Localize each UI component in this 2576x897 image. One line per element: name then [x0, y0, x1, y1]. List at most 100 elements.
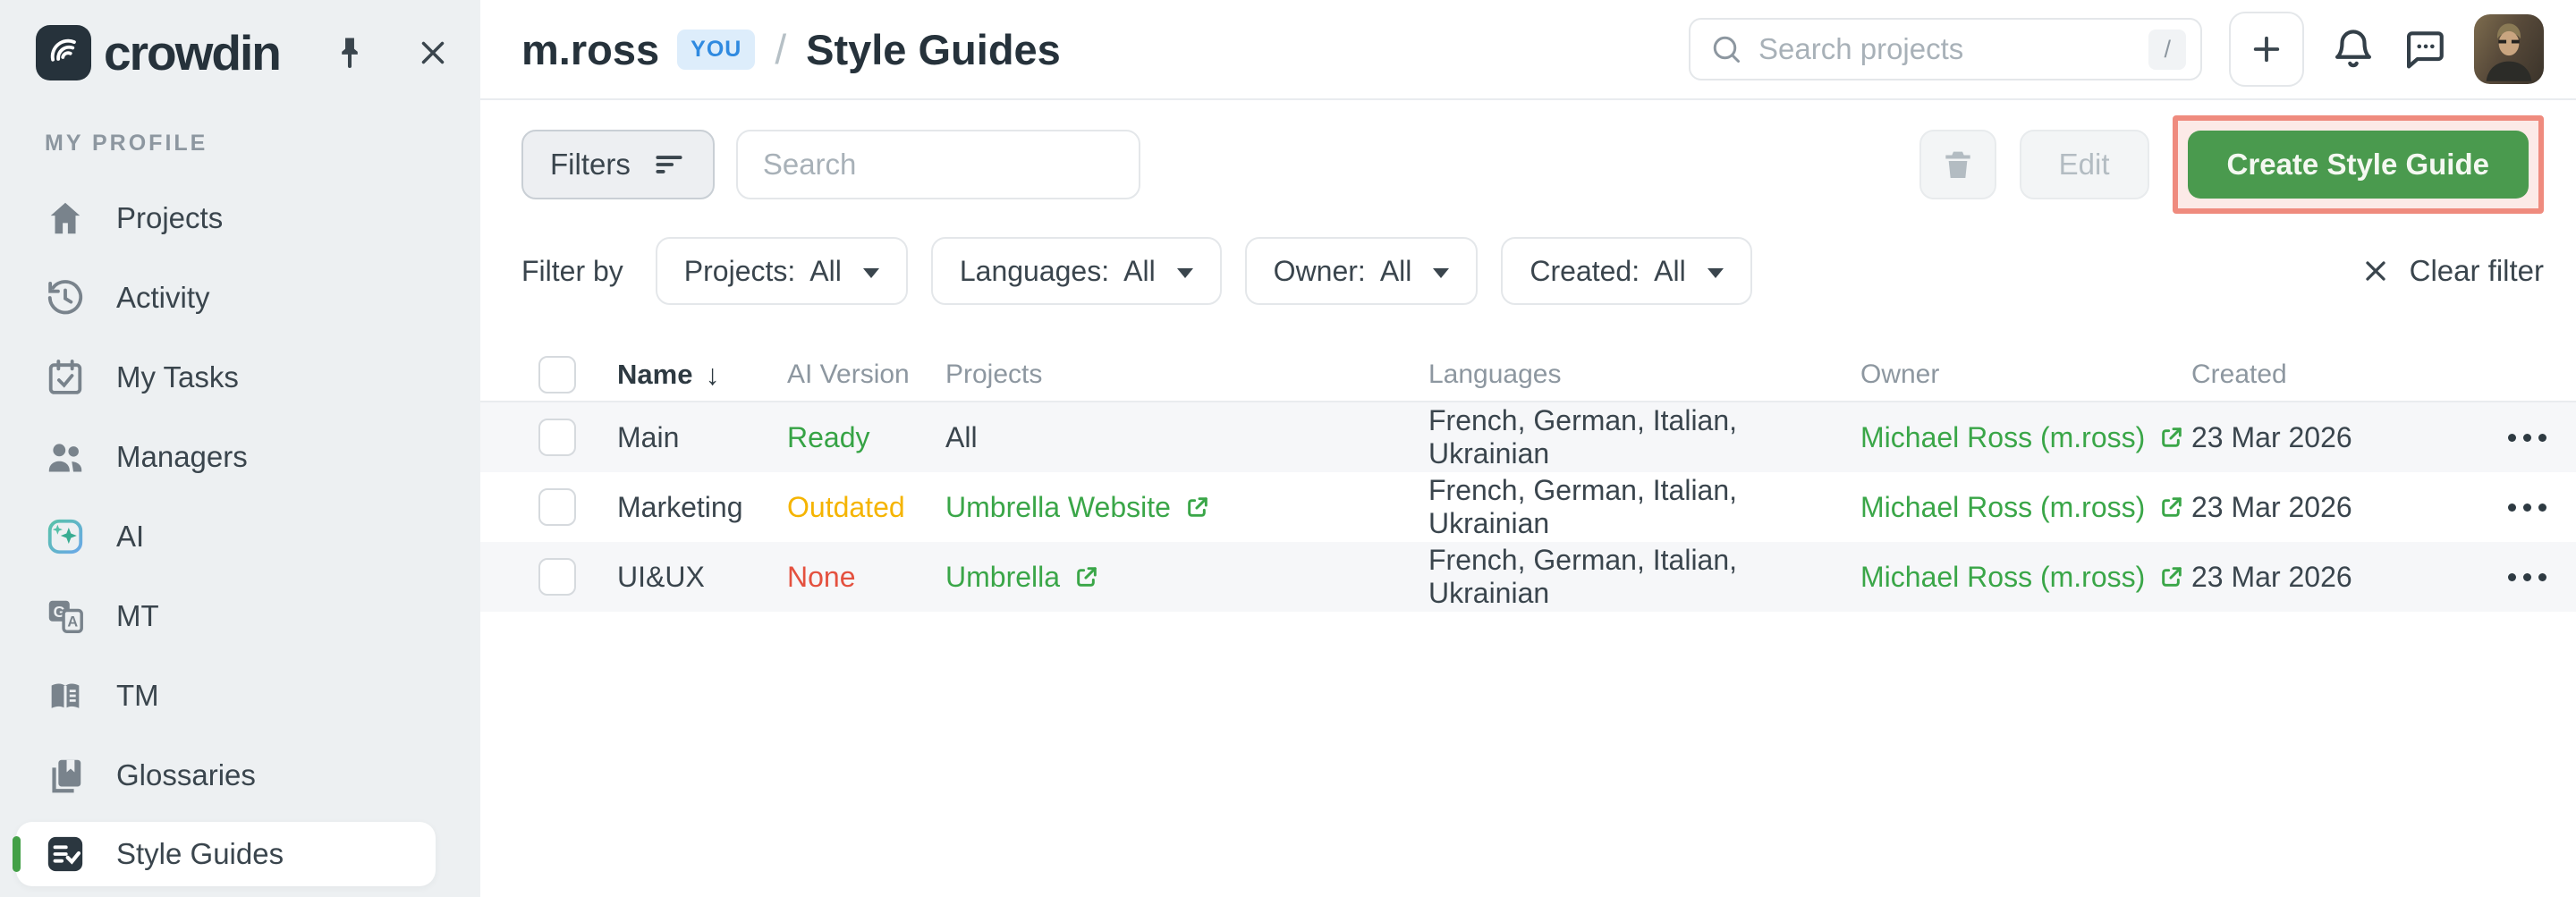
- notifications-bell-icon[interactable]: [2331, 27, 2376, 72]
- sidebar-item-projects[interactable]: Projects: [0, 178, 480, 258]
- messages-icon[interactable]: [2402, 27, 2447, 72]
- global-search[interactable]: /: [1689, 18, 2202, 80]
- highlight-annotation-box: Create Style Guide: [2173, 115, 2544, 214]
- dropdown-value: All: [1380, 255, 1412, 288]
- dropdown-label: Languages:: [960, 255, 1109, 288]
- sidebar-item-style-guides[interactable]: Style Guides: [16, 822, 436, 886]
- sort-descending-icon: ↓: [705, 359, 719, 392]
- column-header-projects[interactable]: Projects: [945, 360, 1428, 390]
- close-sidebar-icon[interactable]: [414, 34, 452, 72]
- owner-link[interactable]: Michael Ross (m.ross): [1860, 561, 2191, 594]
- chevron-down-icon: [1433, 268, 1449, 278]
- sidebar-item-ai[interactable]: AI: [0, 496, 480, 576]
- column-header-languages[interactable]: Languages: [1428, 360, 1860, 390]
- create-style-guide-button[interactable]: Create Style Guide: [2188, 131, 2529, 199]
- sidebar-item-activity[interactable]: Activity: [0, 258, 480, 337]
- row-menu-button[interactable]: [2496, 434, 2576, 442]
- glossary-book-icon: [45, 755, 86, 796]
- sidebar-item-label: TM: [116, 679, 159, 713]
- owner-link[interactable]: Michael Ross (m.ross): [1860, 491, 2191, 524]
- ai-sparkles-icon: [45, 516, 86, 557]
- sidebar-header: crowdin: [0, 23, 480, 82]
- row-checkbox[interactable]: [538, 419, 576, 456]
- external-link-icon: [1072, 563, 1101, 591]
- owner-filter-dropdown[interactable]: Owner: All: [1245, 237, 1479, 305]
- projects-filter-dropdown[interactable]: Projects: All: [656, 237, 908, 305]
- row-checkbox[interactable]: [538, 488, 576, 526]
- cell-languages: French, German, Italian, Ukrainian: [1428, 404, 1860, 470]
- delete-button[interactable]: [1919, 130, 1996, 199]
- style-guide-icon: [45, 834, 86, 875]
- crowdin-logo-icon: [36, 25, 91, 80]
- row-menu-button[interactable]: [2496, 504, 2576, 512]
- cell-name: Main: [617, 421, 787, 454]
- sidebar-item-my-tasks[interactable]: My Tasks: [0, 337, 480, 417]
- sidebar-item-label: Activity: [116, 281, 210, 315]
- you-badge: YOU: [677, 30, 755, 70]
- table-row[interactable]: Marketing Outdated Umbrella Website Fren…: [480, 472, 2576, 542]
- add-button[interactable]: [2229, 12, 2304, 87]
- filter-bar: Filter by Projects: All Languages: All O…: [521, 237, 2544, 305]
- sidebar-item-label: Managers: [116, 440, 248, 474]
- home-icon: [45, 198, 86, 239]
- clear-filter-button[interactable]: Clear filter: [2360, 254, 2544, 288]
- svg-text:A: A: [67, 614, 78, 630]
- topbar-actions: /: [1689, 12, 2544, 87]
- sidebar: crowdin MY PROFILE Projects Activity: [0, 0, 480, 897]
- sidebar-item-managers[interactable]: Managers: [0, 417, 480, 496]
- pin-sidebar-icon[interactable]: [330, 33, 369, 72]
- cell-name: Marketing: [617, 491, 787, 524]
- select-all-checkbox[interactable]: [538, 356, 576, 393]
- external-link-icon: [2157, 493, 2186, 521]
- external-link-icon: [2157, 563, 2186, 591]
- chevron-down-icon: [1707, 268, 1724, 278]
- search-shortcut-key: /: [2148, 30, 2186, 70]
- cell-ai-version: Outdated: [787, 491, 945, 524]
- languages-filter-dropdown[interactable]: Languages: All: [931, 237, 1222, 305]
- row-checkbox[interactable]: [538, 558, 576, 596]
- column-header-name[interactable]: Name ↓: [617, 359, 787, 392]
- breadcrumb: m.ross YOU / Style Guides: [521, 25, 1061, 74]
- table-header-row: Name ↓ AI Version Projects Languages Own…: [480, 349, 2576, 402]
- edit-button[interactable]: Edit: [2020, 130, 2149, 199]
- table-row[interactable]: Main Ready All French, German, Italian, …: [480, 402, 2576, 472]
- cell-created: 23 Mar 2026: [2191, 491, 2496, 524]
- toolbar-actions: Edit Create Style Guide: [1919, 115, 2544, 214]
- filters-button[interactable]: Filters: [521, 130, 715, 199]
- cell-created: 23 Mar 2026: [2191, 421, 2496, 454]
- column-header-owner[interactable]: Owner: [1860, 360, 2191, 390]
- close-icon: [2360, 255, 2392, 287]
- chevron-down-icon: [1177, 268, 1193, 278]
- breadcrumb-user[interactable]: m.ross: [521, 25, 659, 74]
- sidebar-nav: Projects Activity My Tasks Managers: [0, 178, 480, 886]
- row-menu-button[interactable]: [2496, 573, 2576, 581]
- cell-languages: French, German, Italian, Ukrainian: [1428, 474, 1860, 540]
- edit-button-label: Edit: [2059, 148, 2110, 182]
- toolbar: Filters Edit Create Style Guide: [521, 130, 2544, 199]
- sidebar-item-label: Projects: [116, 201, 223, 235]
- sidebar-section-label: MY PROFILE: [45, 131, 480, 157]
- column-header-ai-version[interactable]: AI Version: [787, 360, 945, 390]
- calendar-check-icon: [45, 357, 86, 398]
- sidebar-item-tm[interactable]: TM: [0, 656, 480, 735]
- dropdown-label: Projects:: [684, 255, 795, 288]
- cell-created: 23 Mar 2026: [2191, 561, 2496, 594]
- project-link[interactable]: Umbrella Website: [945, 491, 1428, 524]
- search-projects-input[interactable]: [1758, 32, 2132, 66]
- table-row[interactable]: UI&UX None Umbrella French, German, Ital…: [480, 542, 2576, 612]
- user-avatar[interactable]: [2474, 14, 2544, 84]
- dropdown-value: All: [1123, 255, 1156, 288]
- created-filter-dropdown[interactable]: Created: All: [1501, 237, 1751, 305]
- cell-name: UI&UX: [617, 561, 787, 594]
- page-title: Style Guides: [806, 25, 1061, 74]
- cell-ai-version: Ready: [787, 421, 945, 454]
- style-guides-table: Name ↓ AI Version Projects Languages Own…: [480, 349, 2576, 612]
- sidebar-item-mt[interactable]: GA MT: [0, 576, 480, 656]
- owner-link[interactable]: Michael Ross (m.ross): [1860, 421, 2191, 454]
- table-search-input[interactable]: [736, 130, 1140, 199]
- history-icon: [45, 277, 86, 318]
- sidebar-item-glossaries[interactable]: Glossaries: [0, 735, 480, 815]
- crowdin-wordmark: crowdin: [104, 24, 280, 81]
- project-link[interactable]: Umbrella: [945, 561, 1428, 594]
- column-header-created[interactable]: Created: [2191, 360, 2496, 390]
